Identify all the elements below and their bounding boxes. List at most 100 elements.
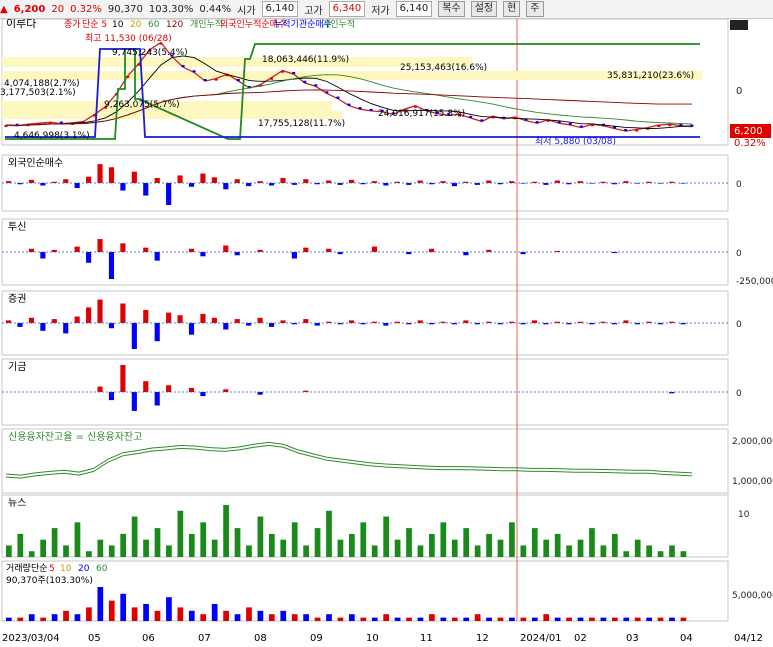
price-annotation: 9,263,075(5.7%) [104, 100, 180, 110]
volume-bar [566, 617, 572, 621]
volume-bar [337, 617, 344, 621]
news-bar [74, 522, 81, 557]
news-bar [17, 533, 24, 557]
legend-entry: 5 [49, 564, 55, 574]
price-candle [281, 70, 285, 73]
volume-bar [623, 617, 630, 621]
news-bar [520, 545, 527, 557]
data-bar [63, 323, 69, 334]
right-axis-tick: -250,000 [736, 277, 773, 287]
multi-button[interactable]: 복수 [438, 1, 465, 17]
right-axis-tick: 0 [736, 389, 742, 399]
news-bar [28, 551, 35, 557]
price-candle [557, 121, 561, 124]
right-axis-tick: 5,000,000 [732, 591, 773, 601]
volume-bar [51, 614, 58, 621]
price-annotation: 24,016,917(15.8%) [378, 109, 465, 119]
volume-bar [6, 617, 12, 621]
volume-bar [657, 617, 664, 621]
volume-bar [177, 607, 184, 621]
volume-bar [17, 617, 24, 621]
volume-bar [188, 610, 195, 621]
news-bar [474, 545, 481, 557]
panel-title: 기금 [8, 361, 26, 373]
data-bar [531, 320, 538, 323]
current-pct-label: 0.32% [734, 138, 766, 149]
price-candle [192, 70, 196, 73]
price-candle [480, 119, 484, 122]
current-button[interactable]: 현 [503, 1, 521, 17]
data-bar [154, 323, 160, 342]
data-bar [451, 183, 458, 187]
data-bar [303, 319, 309, 323]
data-bar [429, 248, 435, 252]
volume-bar [634, 617, 641, 621]
right-axis-tick: 10 [738, 510, 750, 520]
turnover: 0.44% [199, 3, 232, 15]
data-bar [188, 183, 195, 187]
volume-bar [371, 617, 378, 621]
news-bar [383, 516, 390, 557]
news-bar [166, 545, 172, 557]
week-button[interactable]: 주 [526, 1, 544, 17]
x-axis-tick: 03 [626, 633, 639, 644]
data-bar [417, 320, 423, 323]
data-bar [188, 387, 195, 392]
news-bar [623, 551, 630, 557]
data-bar [40, 183, 46, 186]
x-axis-tick: 04/12 [734, 633, 763, 644]
news-bar [177, 510, 184, 557]
data-bar [326, 248, 332, 252]
x-axis-tick: 06 [142, 633, 155, 644]
news-bar [429, 533, 435, 557]
news-bar [406, 528, 412, 557]
low-value: 6,140 [395, 1, 433, 17]
price-candle [413, 105, 417, 108]
data-bar [280, 177, 286, 183]
highlight-band [2, 111, 342, 119]
data-bar [120, 303, 126, 323]
settings-button[interactable]: 설정 [470, 1, 498, 17]
volume-bar [577, 617, 584, 621]
x-axis-tick: 11 [420, 633, 433, 644]
panel-ctrl-icon [730, 20, 748, 30]
news-bar [680, 551, 687, 557]
data-bar [131, 323, 137, 349]
price-candle [126, 75, 130, 78]
news-bar [291, 522, 298, 557]
data-bar [554, 180, 560, 183]
right-axis-tick: 0 [736, 180, 742, 190]
news-bar [417, 545, 424, 557]
data-bar [28, 317, 35, 323]
data-bar [200, 252, 206, 257]
news-bar [577, 539, 584, 557]
news-bar [509, 522, 515, 557]
x-axis-tick: 12 [476, 633, 489, 644]
data-bar [166, 312, 172, 323]
right-axis-tick: 0 [736, 320, 742, 330]
volume-bar [257, 610, 264, 621]
news-bar [634, 539, 641, 557]
price-arrow: ▲ [0, 3, 8, 15]
news-bar [257, 516, 264, 557]
volume-bar [509, 617, 515, 621]
data-bar [120, 365, 126, 392]
price-candle [579, 125, 583, 128]
data-bar [223, 183, 229, 190]
data-bar [303, 179, 309, 183]
data-bar [463, 252, 469, 256]
legend-entry: 10 [60, 564, 72, 574]
data-bar [246, 323, 252, 326]
toolbar: ▲ 6,200 20 0.32% 90,370 103.30% 0.44% 시가… [0, 0, 773, 19]
data-bar [108, 167, 115, 183]
news-bar [554, 533, 561, 557]
data-bar [268, 323, 275, 327]
legend-entry: 120 [166, 20, 183, 30]
x-axis-tick: 07 [198, 633, 211, 644]
volume-bar [463, 617, 470, 621]
right-axis-tick: 2,000,000 [732, 437, 773, 447]
price-candle [292, 72, 296, 75]
data-bar [86, 307, 92, 323]
volume-bar [326, 614, 332, 621]
volume-bar [600, 617, 607, 621]
